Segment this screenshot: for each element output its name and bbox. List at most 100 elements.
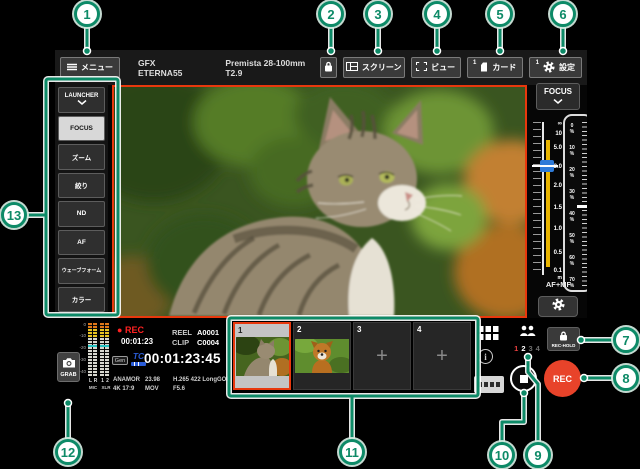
add-camera-icon: + [354, 323, 410, 389]
camera-thumbnail-2[interactable]: 2 [293, 322, 351, 390]
stop-icon [520, 375, 528, 383]
sidebar-item-nd[interactable]: ND [58, 201, 105, 227]
rec-elapsed-time: 00:01:23 [121, 337, 153, 346]
clip-label: CLIP [172, 338, 189, 347]
distance-tick-label: ∞ [544, 121, 562, 127]
fullscreen-view-icon [416, 62, 427, 73]
bottom-status-bar: GRAB 0 -10 -20 -30 -40 L R 1 2 MIC XLR ●… [55, 318, 587, 425]
screenshot-canvas: メニュー GFX ETERNA55 Premista 28-100mm T2.9… [0, 0, 640, 469]
launcher-label: LAUNCHER [65, 93, 99, 99]
rec-indicator: ● REC [117, 325, 144, 335]
info-icon: i [484, 352, 487, 362]
live-view[interactable] [112, 85, 527, 318]
focus-panel: FOCUS ∞ 10 5.0 3.0 2.0 1.5 1.0 0.5 0.1 m… [530, 83, 587, 325]
live-view-image [114, 87, 525, 316]
percent-wheel-ticks [582, 122, 587, 286]
sidebar-item-af[interactable]: AF [58, 230, 105, 256]
menu-label: メニュー [81, 62, 113, 73]
meter-reference-mark [100, 345, 109, 347]
callout-1: 1 [74, 1, 100, 27]
focus-mode-indicator: AF+MF [530, 280, 587, 289]
format-anamorphic: ANAMOR [113, 377, 140, 383]
callout-9: 9 [525, 442, 551, 468]
audio-meter-bar [105, 323, 109, 376]
view-button[interactable]: ビュー [411, 57, 461, 78]
launcher-button[interactable]: LAUNCHER [58, 87, 105, 113]
format-framerate: 23.98 [145, 377, 160, 383]
meter-scale-label: -40 [76, 370, 86, 375]
grab-button[interactable]: GRAB [57, 352, 80, 382]
add-camera-icon: + [414, 323, 470, 389]
camera-thumbnail-strip: 1 2 3 + 4 + [233, 322, 473, 390]
rec-button[interactable]: REC [544, 360, 581, 397]
gear-icon [552, 298, 565, 316]
card-slot-badge: 1 [473, 60, 476, 66]
focus-mode-dropdown[interactable]: FOCUS [536, 83, 580, 110]
audio-meter-bar [100, 323, 104, 376]
settings-button[interactable]: 1 設定 [529, 57, 582, 78]
focus-percent-wheel[interactable]: 0% 10% 20% 30% 40% 50% 60% 70% [563, 114, 587, 292]
camera-thumbnail-4-add[interactable]: 4 + [413, 322, 471, 390]
timecode-display: 00:01:23:45 [144, 351, 221, 366]
format-container: MOV [145, 386, 159, 392]
callout-5: 5 [487, 1, 513, 27]
view-label: ビュー [431, 62, 455, 73]
lock-button[interactable] [320, 57, 337, 78]
stop-button[interactable] [510, 365, 537, 392]
reel-label: REEL [172, 328, 192, 337]
genlock-badge: Gen [112, 356, 128, 365]
launcher-sidebar: LAUNCHER FOCUS ズーム 絞り ND AF ウェーブフォーム カラー [55, 83, 108, 316]
meter-reference-mark [88, 345, 97, 347]
meter-scale-label: -20 [76, 346, 86, 351]
multicam-selector[interactable]: 1 2 3 4 [508, 324, 546, 356]
callout-4: 4 [424, 1, 450, 27]
settings-badge: 1 [536, 60, 539, 66]
audio-meter-bar [88, 323, 92, 376]
sidebar-item-color[interactable]: カラー [58, 287, 105, 313]
screen-button[interactable]: スクリーン [343, 57, 405, 78]
rec-hold-button[interactable]: REC-HOLD [547, 327, 580, 351]
top-toolbar: メニュー GFX ETERNA55 Premista 28-100mm T2.9… [55, 50, 587, 85]
menu-button[interactable]: メニュー [60, 57, 120, 78]
distance-tick-label: 2.0 [544, 183, 562, 189]
chevron-down-icon [553, 97, 563, 106]
reel-value: A0001 [197, 328, 219, 337]
clip-list-button[interactable] [474, 376, 504, 393]
sidebar-item-zoom[interactable]: ズーム [58, 144, 105, 170]
gear-icon [543, 61, 555, 75]
camera-thumbnail-1[interactable]: 1 [233, 322, 291, 390]
callout-3: 3 [365, 1, 391, 27]
hamburger-icon [67, 63, 77, 73]
users-icon [519, 324, 536, 342]
distance-scale-ticks [533, 122, 541, 275]
distance-tick-label: 0.5 [544, 250, 562, 256]
sidebar-item-iris[interactable]: 絞り [58, 173, 105, 199]
camera-icon [62, 357, 76, 370]
distance-tick-label: 0.1 [544, 268, 562, 274]
settings-label: 設定 [559, 62, 575, 73]
multi-view-button[interactable] [476, 325, 500, 345]
percent-wheel-marker [577, 205, 587, 208]
callout-13: 13 [1, 202, 27, 228]
sidebar-item-waveform[interactable]: ウェーブフォーム [58, 258, 105, 284]
audio-meter-bar [93, 323, 97, 376]
focus-settings-button[interactable] [538, 296, 578, 317]
card-button[interactable]: 1 カード [467, 57, 523, 78]
lock-icon [559, 331, 568, 342]
chevron-down-icon [77, 100, 87, 107]
info-button[interactable]: i [478, 349, 493, 364]
distance-tick-label: 1.0 [544, 226, 562, 232]
lock-icon [324, 61, 333, 74]
sidebar-item-focus[interactable]: FOCUS [58, 116, 105, 142]
camera-number-indicators: 1 2 3 4 [514, 344, 540, 353]
grid-icon [478, 326, 499, 345]
screen-label: スクリーン [362, 62, 402, 73]
callout-11: 11 [339, 439, 365, 465]
meter-scale-label: -30 [76, 358, 86, 363]
meter-scale-label: 0 [76, 323, 86, 328]
clip-segment-icon [478, 382, 482, 387]
callout-2: 2 [318, 1, 344, 27]
camera-thumbnail-3-add[interactable]: 3 + [353, 322, 411, 390]
format-resolution: 4K 17:9 [113, 386, 134, 392]
callout-12: 12 [55, 439, 81, 465]
